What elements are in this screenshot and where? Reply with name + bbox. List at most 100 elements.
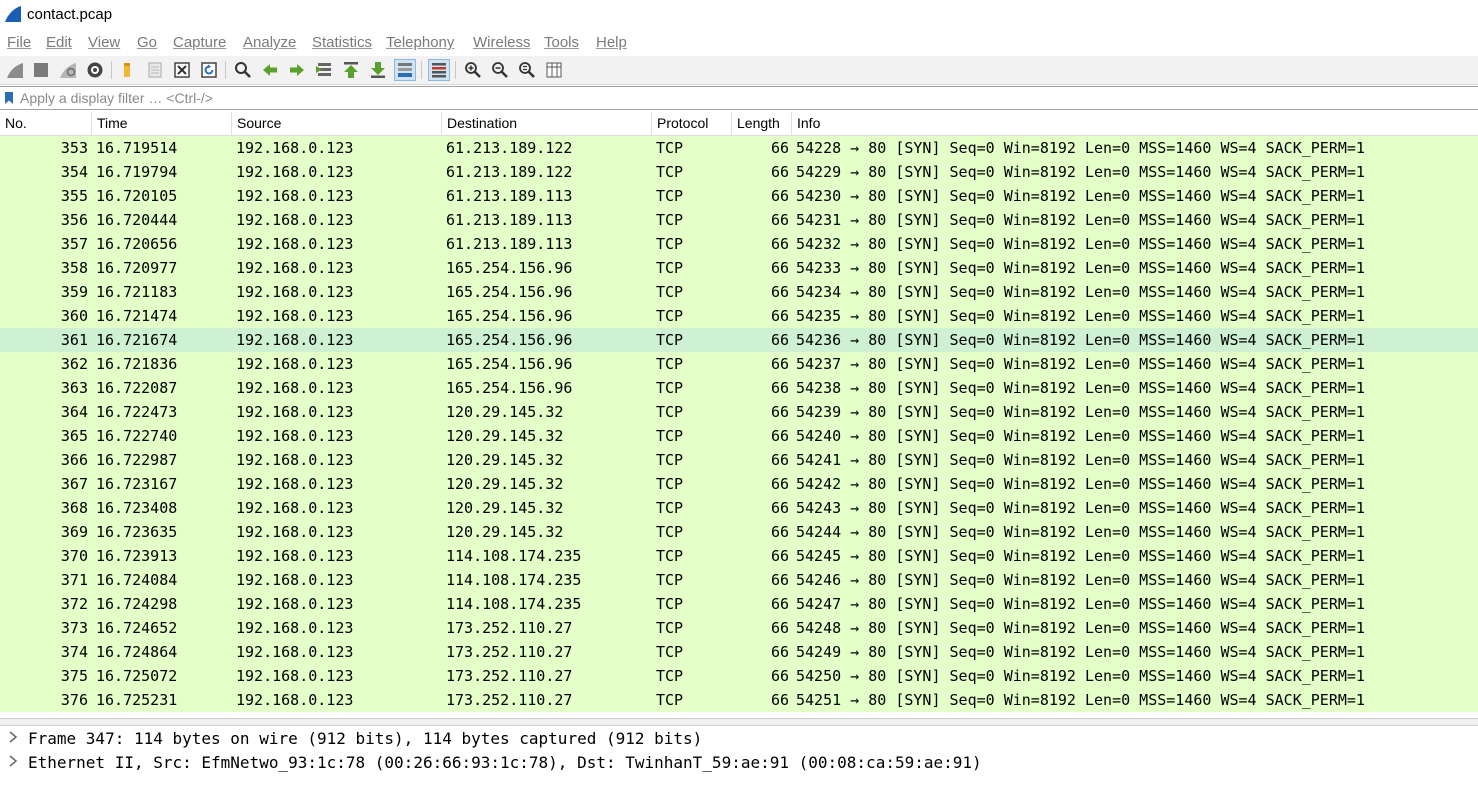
- bookmark-icon[interactable]: [4, 91, 14, 105]
- go-forward-arrow-icon[interactable]: [286, 59, 308, 81]
- display-filter-input[interactable]: [20, 88, 1460, 108]
- packet-time: 16.719794: [96, 163, 178, 181]
- packet-details[interactable]: Frame 347: 114 bytes on wire (912 bits),…: [0, 726, 1478, 794]
- table-row[interactable]: 364 16.722473 192.168.0.123 120.29.145.32 TC…: [0, 400, 1478, 424]
- column-divider[interactable]: [651, 112, 652, 135]
- column-header-no[interactable]: No.: [5, 115, 27, 133]
- table-row[interactable]: 353 16.719514 192.168.0.123 61.213.189.122 T…: [0, 136, 1478, 160]
- packet-time: 16.722087: [96, 379, 178, 397]
- detail-row-ethernet[interactable]: Ethernet II, Src: EfmNetwo_93:1c:78 (00:…: [0, 750, 1478, 774]
- table-row[interactable]: 376 16.725231 192.168.0.123 173.252.110.27 T…: [0, 688, 1478, 712]
- column-header-source[interactable]: Source: [237, 115, 281, 133]
- detail-text: Ethernet II, Src: EfmNetwo_93:1c:78 (00:…: [28, 753, 982, 772]
- normal-size-icon[interactable]: [516, 59, 538, 81]
- table-row[interactable]: 374 16.724864 192.168.0.123 173.252.110.27 T…: [0, 640, 1478, 664]
- resize-columns-icon[interactable]: [543, 59, 565, 81]
- capture-options-gear-icon[interactable]: [84, 59, 106, 81]
- packet-time: 16.720105: [96, 187, 178, 205]
- reload-file-icon[interactable]: [198, 59, 220, 81]
- table-row[interactable]: 370 16.723913 192.168.0.123 114.108.174.235…: [0, 544, 1478, 568]
- table-row[interactable]: 366 16.722987 192.168.0.123 120.29.145.32 TC…: [0, 448, 1478, 472]
- menu-analyze[interactable]: Analyze: [243, 34, 296, 51]
- packet-info: 54241 → 80 [SYN] Seq=0 Win=8192 Len=0 MS…: [796, 451, 1365, 469]
- menu-tools[interactable]: Tools: [544, 34, 579, 51]
- zoom-out-icon[interactable]: [489, 59, 511, 81]
- menu-view[interactable]: View: [88, 34, 120, 51]
- column-divider[interactable]: [791, 112, 792, 135]
- table-row[interactable]: 372 16.724298 192.168.0.123 114.108.174.235…: [0, 592, 1478, 616]
- table-row[interactable]: 362 16.721836 192.168.0.123 165.254.156.96 T…: [0, 352, 1478, 376]
- packet-protocol: TCP: [656, 571, 684, 589]
- save-file-icon[interactable]: [144, 59, 166, 81]
- packet-info: 54244 → 80 [SYN] Seq=0 Win=8192 Len=0 MS…: [796, 523, 1365, 541]
- table-row[interactable]: 355 16.720105 192.168.0.123 61.213.189.113 T…: [0, 184, 1478, 208]
- menu-wireless[interactable]: Wireless: [473, 34, 531, 51]
- detail-row-frame[interactable]: Frame 347: 114 bytes on wire (912 bits),…: [0, 726, 1478, 750]
- pane-splitter[interactable]: [0, 718, 1478, 726]
- column-header-info[interactable]: Info: [797, 115, 820, 133]
- column-header-protocol[interactable]: Protocol: [657, 115, 708, 133]
- table-row-selected[interactable]: 361 16.721674 192.168.0.123 165.254.156.96 T…: [0, 328, 1478, 352]
- table-row[interactable]: 358 16.720977 192.168.0.123 165.254.156.96 T…: [0, 256, 1478, 280]
- column-header-time[interactable]: Time: [97, 115, 128, 133]
- table-row[interactable]: 356 16.720444 192.168.0.123 61.213.189.113 T…: [0, 208, 1478, 232]
- packet-destination: 165.254.156.96: [446, 379, 573, 397]
- table-row[interactable]: 354 16.719794 192.168.0.123 61.213.189.122 T…: [0, 160, 1478, 184]
- column-header-destination[interactable]: Destination: [447, 115, 517, 133]
- packet-protocol: TCP: [656, 667, 684, 685]
- column-divider[interactable]: [91, 112, 92, 135]
- go-back-arrow-icon[interactable]: [259, 59, 281, 81]
- menu-file[interactable]: File: [7, 34, 31, 51]
- packet-protocol: TCP: [656, 499, 684, 517]
- column-divider[interactable]: [441, 112, 442, 135]
- column-divider[interactable]: [231, 112, 232, 135]
- packet-list[interactable]: No. Time Source Destination Protocol Len…: [0, 112, 1478, 718]
- go-to-last-packet-icon[interactable]: [367, 59, 389, 81]
- zoom-in-icon[interactable]: [462, 59, 484, 81]
- packet-length: 66: [770, 571, 789, 589]
- shark-fin-start-icon[interactable]: [4, 59, 26, 81]
- packet-destination: 61.213.189.122: [446, 163, 573, 181]
- menu-edit[interactable]: Edit: [46, 34, 72, 51]
- packet-source: 192.168.0.123: [236, 451, 354, 469]
- packet-length: 66: [770, 355, 789, 373]
- packet-no: 366: [60, 451, 88, 469]
- open-file-icon[interactable]: [116, 59, 138, 81]
- menu-go[interactable]: Go: [137, 34, 157, 51]
- autoscroll-icon[interactable]: [394, 59, 416, 81]
- menu-help[interactable]: Help: [596, 34, 627, 51]
- table-row[interactable]: 365 16.722740 192.168.0.123 120.29.145.32 TC…: [0, 424, 1478, 448]
- packet-protocol: TCP: [656, 163, 684, 181]
- table-row[interactable]: 360 16.721474 192.168.0.123 165.254.156.96 T…: [0, 304, 1478, 328]
- toolbar-separator: [111, 61, 112, 79]
- packet-protocol: TCP: [656, 595, 684, 613]
- packet-protocol: TCP: [656, 643, 684, 661]
- table-row[interactable]: 368 16.723408 192.168.0.123 120.29.145.32 TC…: [0, 496, 1478, 520]
- expand-arrow-icon[interactable]: [8, 730, 18, 744]
- table-row[interactable]: 369 16.723635 192.168.0.123 120.29.145.32 TC…: [0, 520, 1478, 544]
- table-row[interactable]: 373 16.724652 192.168.0.123 173.252.110.27 T…: [0, 616, 1478, 640]
- packet-no: 369: [60, 523, 88, 541]
- expand-arrow-icon[interactable]: [8, 754, 18, 768]
- table-row[interactable]: 375 16.725072 192.168.0.123 173.252.110.27 T…: [0, 664, 1478, 688]
- close-file-icon[interactable]: [171, 59, 193, 81]
- colorize-icon[interactable]: [428, 59, 450, 81]
- packet-no: 358: [60, 259, 88, 277]
- go-to-packet-icon[interactable]: [313, 59, 335, 81]
- column-header-length[interactable]: Length: [737, 115, 780, 133]
- find-packet-magnifier-icon[interactable]: [232, 59, 254, 81]
- table-row[interactable]: 359 16.721183 192.168.0.123 165.254.156.96 T…: [0, 280, 1478, 304]
- column-divider[interactable]: [731, 112, 732, 135]
- go-to-first-packet-icon[interactable]: [340, 59, 362, 81]
- menu-telephony[interactable]: Telephony: [386, 34, 454, 51]
- table-row[interactable]: 363 16.722087 192.168.0.123 165.254.156.96 T…: [0, 376, 1478, 400]
- table-row[interactable]: 357 16.720656 192.168.0.123 61.213.189.113 T…: [0, 232, 1478, 256]
- table-row[interactable]: 371 16.724084 192.168.0.123 114.108.174.235…: [0, 568, 1478, 592]
- restart-fin-icon[interactable]: [57, 59, 79, 81]
- stop-square-icon[interactable]: [30, 59, 52, 81]
- packet-destination: 165.254.156.96: [446, 331, 573, 349]
- menu-statistics[interactable]: Statistics: [312, 34, 372, 51]
- menu-capture[interactable]: Capture: [173, 34, 226, 51]
- table-row[interactable]: 367 16.723167 192.168.0.123 120.29.145.32 TC…: [0, 472, 1478, 496]
- packet-protocol: TCP: [656, 547, 684, 565]
